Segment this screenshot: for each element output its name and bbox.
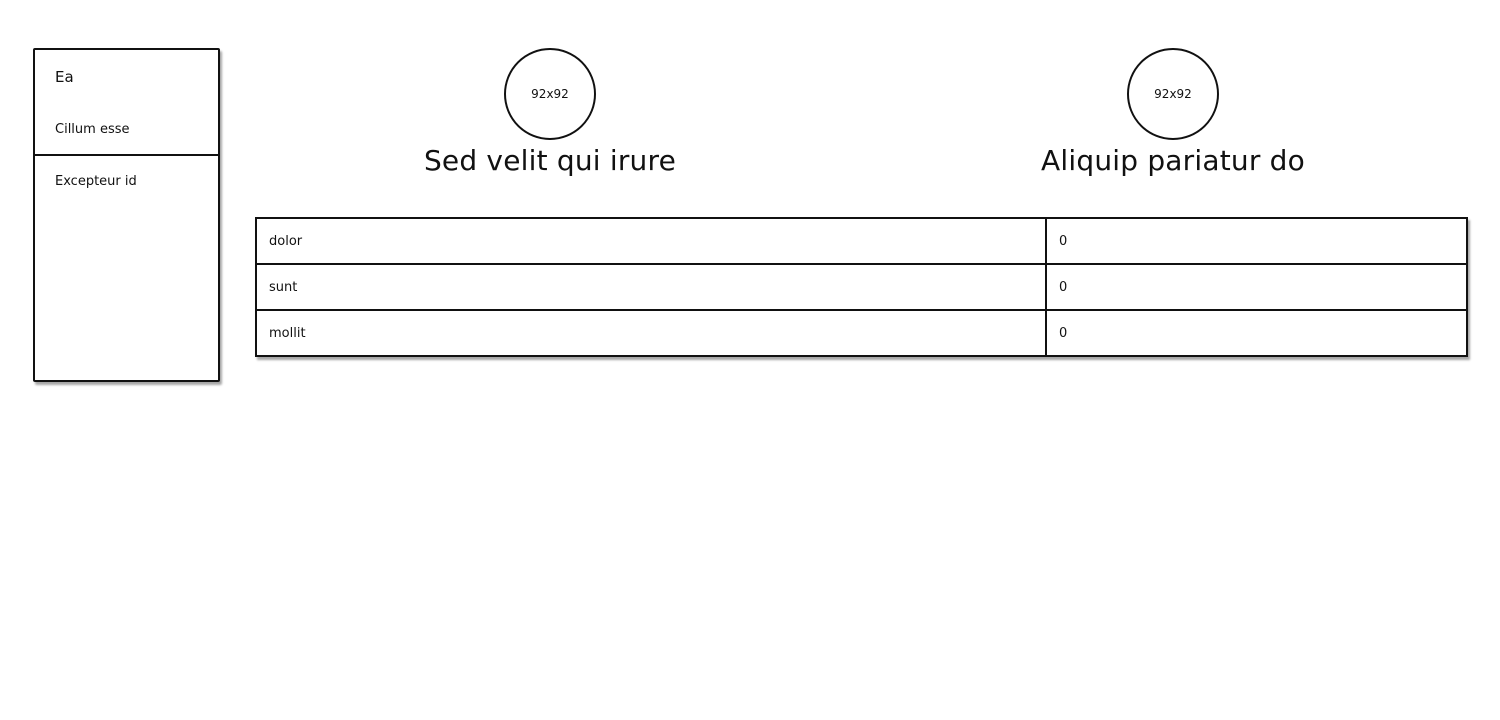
data-table: dolor 0 sunt 0 mollit 0 (255, 217, 1468, 357)
table-cell-key: dolor (255, 217, 1047, 265)
table-cell-value: 0 (1045, 217, 1468, 265)
table-cell-key: sunt (255, 263, 1047, 311)
avatar: 92x92 (1127, 48, 1219, 140)
avatar-placeholder-label: 92x92 (1154, 87, 1192, 101)
profile-card-1: 92x92 Sed velit qui irure (390, 48, 710, 177)
sidebar-item-excepteur-id[interactable]: Excepteur id (55, 174, 137, 189)
table-row: mollit 0 (255, 309, 1468, 357)
sidebar-header: Ea Cillum esse (35, 50, 218, 156)
sidebar-subtitle: Cillum esse (55, 122, 130, 137)
avatar-placeholder-label: 92x92 (531, 87, 569, 101)
table-cell-key: mollit (255, 309, 1047, 357)
table-row: dolor 0 (255, 217, 1468, 265)
table-cell-value: 0 (1045, 309, 1468, 357)
table-cell-value: 0 (1045, 263, 1468, 311)
sidebar-card: Ea Cillum esse Excepteur id (33, 48, 220, 382)
sidebar-title: Ea (55, 68, 74, 86)
profile-name: Aliquip pariatur do (1041, 144, 1305, 177)
avatar: 92x92 (504, 48, 596, 140)
table-row: sunt 0 (255, 263, 1468, 311)
profile-card-2: 92x92 Aliquip pariatur do (1013, 48, 1333, 177)
profile-name: Sed velit qui irure (423, 144, 677, 177)
